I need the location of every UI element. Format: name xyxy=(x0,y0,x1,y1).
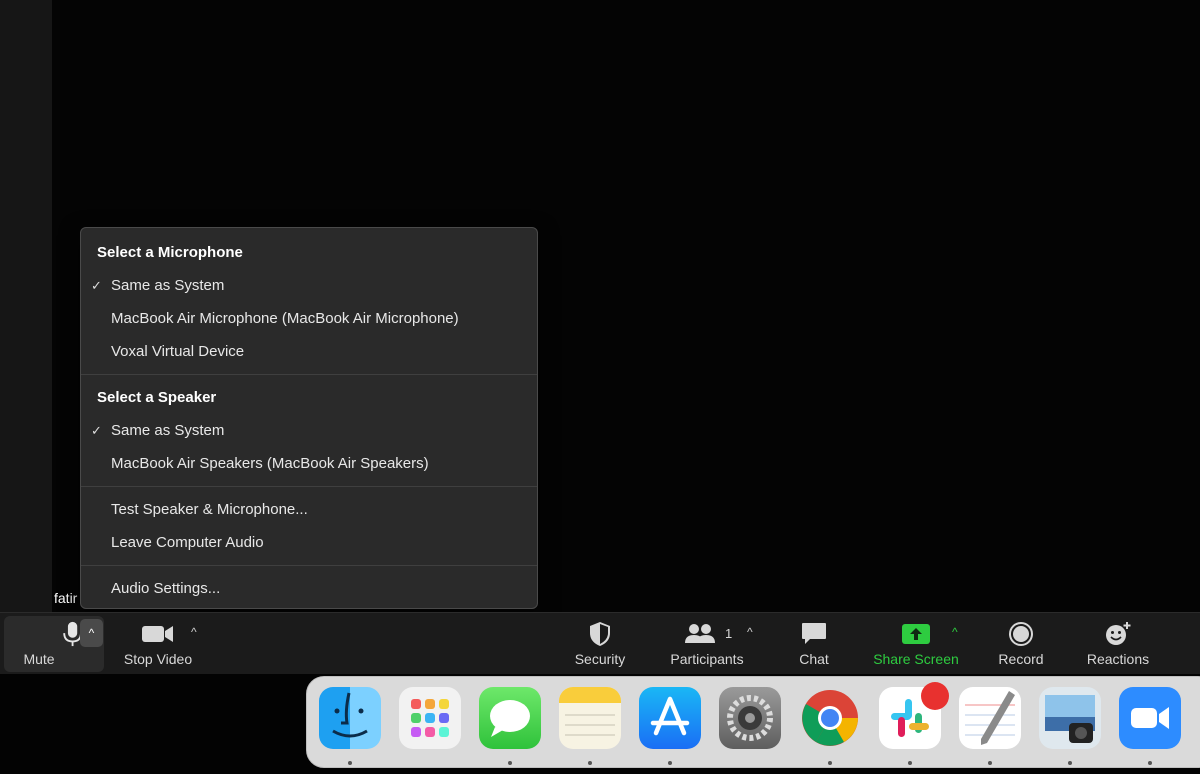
running-indicator xyxy=(988,761,992,765)
microphone-section: Select a Microphone ✓ Same as System Mac… xyxy=(81,228,537,375)
finder-icon[interactable] xyxy=(319,687,381,749)
notes-icon[interactable] xyxy=(559,687,621,749)
zoom-icon[interactable] xyxy=(1119,687,1181,749)
participants-label: Participants xyxy=(670,651,744,667)
audio-options-menu: Select a Microphone ✓ Same as System Mac… xyxy=(80,227,538,609)
mic-option-macbook-air[interactable]: MacBook Air Microphone (MacBook Air Micr… xyxy=(81,302,537,335)
reactions-label: Reactions xyxy=(1086,651,1150,667)
mic-option-label: Voxal Virtual Device xyxy=(111,343,245,360)
stop-video-button[interactable]: Stop Video xyxy=(112,613,204,675)
mic-option-voxal[interactable]: Voxal Virtual Device xyxy=(81,335,537,368)
running-indicator xyxy=(828,761,832,765)
speaker-option-same-as-system[interactable]: ✓ Same as System xyxy=(81,414,537,447)
app-store-icon[interactable] xyxy=(639,687,701,749)
running-indicator xyxy=(508,761,512,765)
participant-name-tag: fatir xyxy=(54,590,78,606)
left-video-strip xyxy=(0,0,52,612)
mic-option-same-as-system[interactable]: ✓ Same as System xyxy=(81,269,537,302)
audio-actions-section: Test Speaker & Microphone... Leave Compu… xyxy=(81,487,537,566)
speaker-option-macbook-air[interactable]: MacBook Air Speakers (MacBook Air Speake… xyxy=(81,447,537,480)
checkmark-icon: ✓ xyxy=(91,423,102,438)
share-screen-label: Share Screen xyxy=(873,651,959,667)
speaker-heading: Select a Speaker xyxy=(97,389,217,406)
test-speaker-mic-item[interactable]: Test Speaker & Microphone... xyxy=(81,493,537,526)
emoji-plus-icon xyxy=(1106,622,1131,645)
microphone-icon xyxy=(63,621,82,647)
notification-badge xyxy=(921,682,949,710)
video-options-caret[interactable]: ^ xyxy=(191,625,197,639)
leave-computer-audio-item[interactable]: Leave Computer Audio xyxy=(81,526,537,559)
macos-dock xyxy=(306,676,1200,768)
reactions-button[interactable]: Reactions xyxy=(1078,613,1158,675)
preview-icon[interactable] xyxy=(1039,687,1101,749)
stop-video-label: Stop Video xyxy=(123,651,193,667)
audio-settings-section: Audio Settings... xyxy=(81,566,537,605)
record-icon xyxy=(1009,622,1033,646)
audio-options-caret[interactable]: ^ xyxy=(80,619,103,647)
checkmark-icon: ✓ xyxy=(91,278,102,293)
running-indicator xyxy=(908,761,912,765)
running-indicator xyxy=(1068,761,1072,765)
microphone-heading: Select a Microphone xyxy=(97,244,243,261)
audio-settings-item[interactable]: Audio Settings... xyxy=(81,572,537,605)
share-screen-button[interactable]: Share Screen xyxy=(866,613,966,675)
running-indicator xyxy=(1148,761,1152,765)
record-label: Record xyxy=(998,651,1044,667)
messages-icon[interactable] xyxy=(479,687,541,749)
meeting-toolbar: Mute ^ Stop Video ^ Security Participant… xyxy=(0,612,1200,674)
shield-icon xyxy=(590,622,610,646)
chat-button[interactable]: Chat xyxy=(782,613,846,675)
security-label: Security xyxy=(574,651,626,667)
speaker-section: Select a Speaker ✓ Same as System MacBoo… xyxy=(81,375,537,487)
share-screen-icon xyxy=(902,624,930,644)
slack-icon[interactable] xyxy=(879,682,949,749)
running-indicator xyxy=(348,761,352,765)
chat-label: Chat xyxy=(799,651,829,667)
running-indicator xyxy=(588,761,592,765)
security-button[interactable]: Security xyxy=(560,613,640,675)
mic-option-label: Same as System xyxy=(111,277,225,294)
chrome-icon[interactable] xyxy=(799,687,861,749)
record-button[interactable]: Record xyxy=(986,613,1056,675)
participants-button[interactable]: Participants xyxy=(660,613,754,675)
participants-count: 1 xyxy=(725,626,733,641)
chat-bubble-icon xyxy=(802,623,826,644)
textedit-icon[interactable] xyxy=(959,687,1021,749)
speaker-option-label: MacBook Air Speakers (MacBook Air Speake… xyxy=(111,455,429,472)
mute-label: Mute xyxy=(23,651,55,667)
mic-option-label: MacBook Air Microphone (MacBook Air Micr… xyxy=(111,310,459,327)
launchpad-icon[interactable] xyxy=(399,687,461,749)
system-preferences-icon[interactable] xyxy=(719,687,781,749)
running-indicator xyxy=(668,761,672,765)
share-options-caret[interactable]: ^ xyxy=(952,625,958,639)
zoom-meeting-window: fatir Select a Microphone ✓ Same as Syst… xyxy=(0,0,1200,774)
speaker-option-label: Same as System xyxy=(111,422,225,439)
video-camera-icon xyxy=(142,626,173,642)
participants-options-caret[interactable]: ^ xyxy=(747,625,753,639)
